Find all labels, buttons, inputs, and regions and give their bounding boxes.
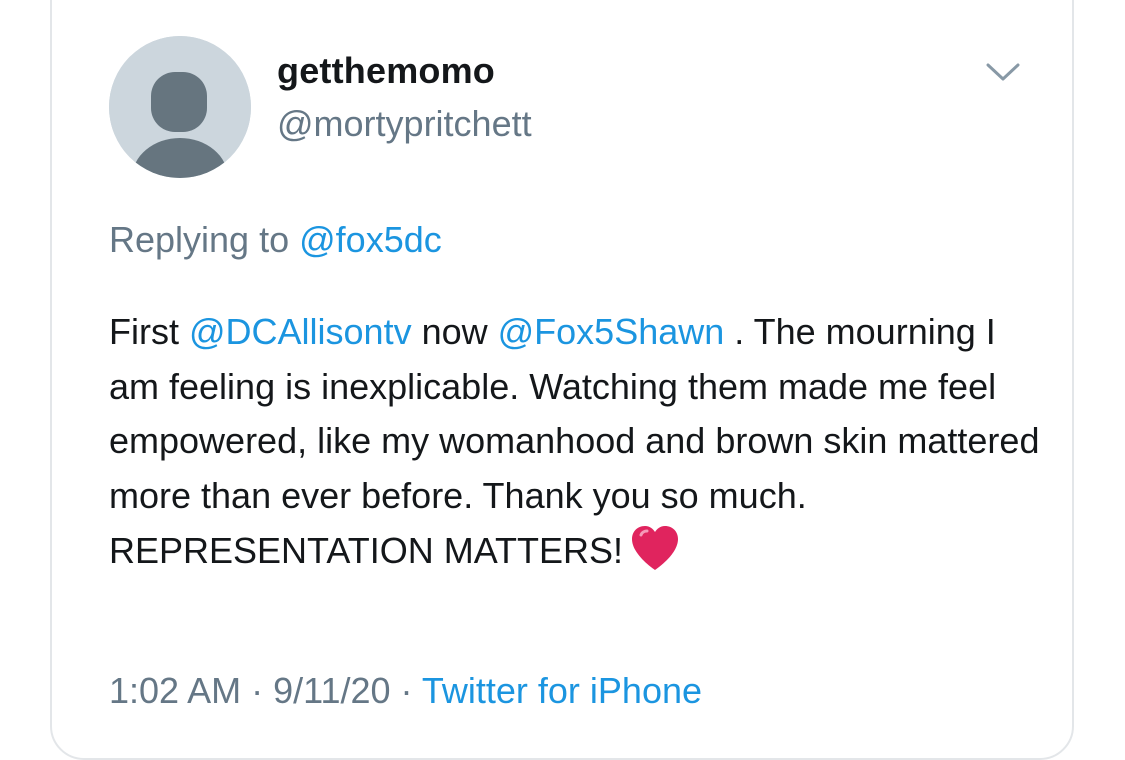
mention-link-dcallisontv[interactable]: @DCAllisontv — [189, 311, 412, 352]
replying-to-label: Replying to — [109, 219, 290, 260]
reply-to-mention-link[interactable]: @fox5dc — [299, 219, 442, 260]
replying-to-line: Replying to @fox5dc — [109, 219, 442, 261]
tweet-menu-button[interactable] — [983, 57, 1023, 87]
chevron-down-icon — [986, 63, 1020, 81]
tweet-text-part: now — [411, 311, 498, 352]
tweet-text-part: First — [109, 311, 189, 352]
meta-separator: · — [241, 670, 274, 711]
avatar[interactable] — [109, 36, 251, 178]
red-heart-icon — [629, 523, 681, 589]
display-name[interactable]: getthemomo — [277, 50, 495, 92]
mention-link-fox5shawn[interactable]: @Fox5Shawn — [498, 311, 725, 352]
default-avatar-icon — [109, 36, 251, 178]
tweet-source-link[interactable]: Twitter for iPhone — [422, 670, 702, 711]
meta-separator: · — [390, 670, 422, 711]
tweet-meta: 1:02 AM · 9/11/20 · Twitter for iPhone — [109, 670, 702, 712]
tweet-time[interactable]: 1:02 AM — [109, 670, 241, 711]
tweet-text: First @DCAllisontv now @Fox5Shawn . The … — [109, 305, 1049, 589]
tweet-date[interactable]: 9/11/20 — [273, 670, 390, 711]
user-handle[interactable]: @mortypritchett — [277, 103, 532, 145]
